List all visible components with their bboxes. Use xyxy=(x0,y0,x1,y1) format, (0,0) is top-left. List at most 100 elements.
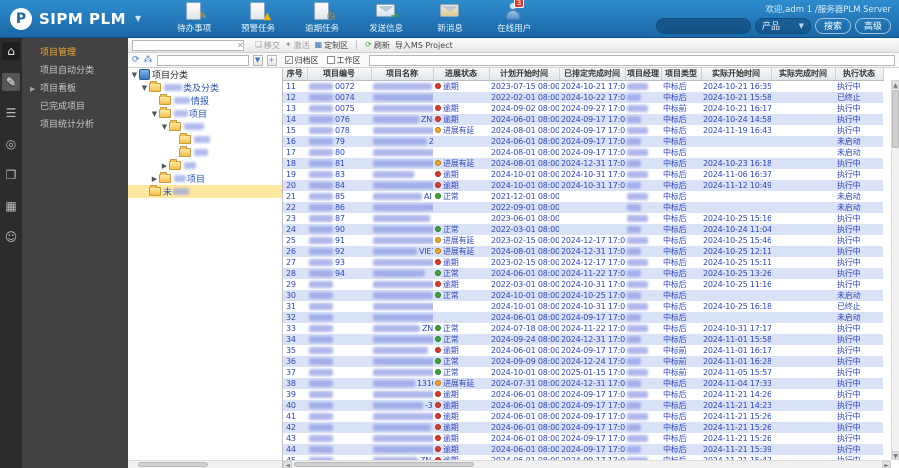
scrollbar-thumb[interactable] xyxy=(294,462,474,467)
tree-refresh-icon[interactable]: ⟳ xyxy=(132,55,140,65)
table-row[interactable]: 30 正常 2024-10-01 08:00 2024-10-25 17:00 中标后 未… xyxy=(283,289,883,301)
table-row[interactable]: 33 ZN50AXG正常2024-07-18 08:002024-11-22 17… xyxy=(283,323,883,334)
table-row[interactable]: 35 逾期 2024-06-01 08:00 2024-09-17 17:00 中标前 2… xyxy=(283,345,883,356)
tree-view-icon[interactable]: ⁂ xyxy=(144,55,153,65)
table-row[interactable]: 29 逾期 2022-03-01 08:00 2024-10-31 17:00 中标后 2… xyxy=(283,279,883,290)
table-row[interactable]: 31 2024-10-01 08:00 2024-10-31 17:00 中标后 202… xyxy=(283,301,883,312)
workspace-checkbox[interactable]: 工作区 xyxy=(326,55,361,66)
home-icon[interactable]: ⌂ xyxy=(2,42,20,60)
table-row[interactable]: 28 94 正常 2024-06-01 08:00 2024-11-22 17:00 中标… xyxy=(283,267,883,279)
expander-icon[interactable]: ▶ xyxy=(150,175,159,183)
table-row[interactable]: 27 93 逾期 2023-02-15 08:00 2024-12-17 17:00 中标… xyxy=(283,257,883,268)
tree-node-6[interactable]: ▶ xyxy=(128,159,282,172)
table-row[interactable]: 38 1310G进展有延2024-07-31 08:002024-12-31 17… xyxy=(283,377,883,389)
tree-node-2[interactable]: ▼ 项目 xyxy=(128,107,282,120)
table-row[interactable]: 41 逾期 2024-06-01 08:00 2024-09-17 17:00 中标后 2… xyxy=(283,411,883,422)
table-row[interactable]: 15 078 进展有延 2024-08-01 08:00 2024-09-17 17:0… xyxy=(283,125,883,136)
refresh-button[interactable]: ⟳ 刷新 xyxy=(365,40,390,51)
table-row[interactable]: 20 84 逾期 2024-10-01 08:00 2024-10-31 17:00 中标… xyxy=(283,179,883,191)
tree-add-icon[interactable]: + xyxy=(266,54,277,66)
table-row[interactable]: 17 80 2024-08-01 08:00 2024-09-17 17:00 中标后 未… xyxy=(283,147,883,158)
column-header[interactable]: 计划开始时间 xyxy=(489,68,560,81)
column-header[interactable]: 项目名称 xyxy=(371,68,434,81)
vertical-scrollbar[interactable]: ▲ ▼ xyxy=(891,80,899,460)
edit-icon[interactable]: ✎ xyxy=(2,73,20,91)
card-icon[interactable]: ▦ xyxy=(2,197,20,215)
column-header[interactable]: 实际开始时间 xyxy=(701,68,772,81)
sidebar-item-1[interactable]: 项目自动分类 xyxy=(22,62,128,80)
overdue-tasks-button[interactable]: ◷ 逾期任务 xyxy=(297,2,347,35)
tree-filter-dropdown-icon[interactable]: ▼ xyxy=(252,54,263,66)
quick-filter-input[interactable] xyxy=(132,39,244,51)
table-row[interactable]: 39 逾期 2024-06-01 08:00 2024-09-17 17:00 中标后 2… xyxy=(283,389,883,400)
archive-area-checkbox[interactable]: ✓ 归档区 xyxy=(284,55,319,66)
expander-icon[interactable]: ▼ xyxy=(140,84,149,92)
todo-button[interactable]: ✎ 待办事项 xyxy=(169,2,219,35)
scroll-down-icon[interactable]: ▼ xyxy=(892,451,899,460)
scrollbar-thumb[interactable] xyxy=(892,90,899,148)
global-search-input[interactable] xyxy=(655,17,751,34)
column-header[interactable]: 已排定完成时间 xyxy=(559,68,626,81)
table-row[interactable]: 18 81-H80进展有延2024-08-01 08:002024-12-31 1… xyxy=(283,157,883,169)
column-header[interactable]: 实际完成时间 xyxy=(771,68,836,81)
tree-node-0[interactable]: ▼ 类及分类 xyxy=(128,81,282,94)
online-users-button[interactable]: 3 在线用户 xyxy=(489,0,539,35)
tree-node-5[interactable] xyxy=(128,146,282,159)
scroll-left-icon[interactable]: ◄ xyxy=(283,461,292,468)
table-row[interactable]: 19 83 逾期 2024-10-01 08:00 2024-10-31 17:00 中标… xyxy=(283,169,883,180)
search-button[interactable]: 搜索 xyxy=(814,17,851,34)
column-header[interactable]: 项目类型 xyxy=(661,68,702,81)
column-header[interactable]: 项目经理 xyxy=(625,68,662,81)
table-row[interactable]: 44 -H9逾期2024-06-01 08:002024-09-17 17:00 中… xyxy=(283,443,883,455)
tree-horizontal-scrollbar[interactable] xyxy=(128,460,282,468)
scrollbar-thumb[interactable] xyxy=(138,462,208,467)
advanced-search-button[interactable]: 高级 xyxy=(854,17,891,34)
new-message-button[interactable]: 新消息 xyxy=(425,2,475,35)
tree-node-8[interactable]: 未 xyxy=(128,185,282,198)
community-icon[interactable]: ◎ xyxy=(2,135,20,153)
table-row[interactable]: 11 0072 逾期 2023-07-15 08:00 2024-10-21 17:00… xyxy=(283,80,883,92)
warning-tasks-button[interactable]: ▲ 预警任务 xyxy=(233,2,283,35)
tree-node-4[interactable] xyxy=(128,133,282,146)
sidebar-item-0[interactable]: 项目管理 xyxy=(22,44,128,62)
tree-root-node[interactable]: ▼ 项目分类 xyxy=(128,68,282,81)
table-row[interactable]: 2692VIE30 ZN311进展有延2024-08-01 08:002024-… xyxy=(283,245,883,257)
horizontal-scrollbar[interactable]: ◄ ► xyxy=(283,460,891,468)
expander-icon[interactable]: ▶ xyxy=(160,162,169,170)
sidebar-item-3[interactable]: 已完成项目 xyxy=(22,98,128,116)
import-ms-project-button[interactable]: 导入MS Project xyxy=(395,40,453,51)
scroll-up-icon[interactable]: ▲ xyxy=(892,80,899,89)
column-header[interactable]: 进展状态 xyxy=(433,68,490,81)
tree-node-1[interactable]: 情报 xyxy=(128,94,282,107)
search-category-select[interactable]: 产品 ▼ xyxy=(754,17,811,34)
column-header[interactable]: 项目编号 xyxy=(307,68,372,81)
table-row[interactable]: 13 0075 逾期 2024-09-02 08:00 2024-09-27 17:00… xyxy=(283,103,883,114)
table-row[interactable]: 43 逾期 2024-06-01 08:00 2024-09-17 17:00 中标后 2… xyxy=(283,433,883,444)
table-row[interactable]: 12 0074 2022-02-01 08:00 2024-10-22 17:00 中标… xyxy=(283,91,883,103)
table-row[interactable]: 37 正常 2024-10-01 08:00 2025-01-15 17:00 中标前 2… xyxy=(283,367,883,378)
expander-icon[interactable]: ▼ xyxy=(160,123,169,131)
custom-area-button[interactable]: ▦ 定制区 xyxy=(315,40,349,51)
transfer-button[interactable]: ❏ 移交 xyxy=(255,40,280,51)
expander-icon[interactable]: ▼ xyxy=(150,110,159,118)
table-row[interactable]: 14 076ZN-N11逾期2024-06-01 08:002024-09-17 … xyxy=(283,113,883,125)
table-filter-input[interactable] xyxy=(368,54,895,66)
tree-filter-input[interactable] xyxy=(156,54,249,66)
table-row[interactable]: 24 90ZN-HG90正常2022-03-01 08:00 中标后 2024-10-… xyxy=(283,223,883,235)
table-row[interactable]: 36 310G正常2024-09-09 08:002024-12-24 17:00… xyxy=(283,355,883,367)
send-message-button[interactable]: ➔ 发送信息 xyxy=(361,2,411,35)
table-row[interactable]: 22 86 2022-09-01 08:00 中标后 未启动 xyxy=(283,201,883,213)
column-header[interactable]: 执行状态 xyxy=(835,68,884,81)
tree-node-7[interactable]: ▶ 项目 xyxy=(128,172,282,185)
sidebar-item-2[interactable]: ▶ 项目看板 xyxy=(22,80,128,98)
database-icon[interactable]: ☰ xyxy=(2,104,20,122)
app-logo[interactable]: P SIPM PLM ▼ xyxy=(0,7,155,30)
column-header[interactable]: 序号 xyxy=(283,68,308,81)
table-row[interactable]: 16 79ZN504NO 2024-06-01 08:002024-09-17 17… xyxy=(283,135,883,147)
table-row[interactable]: 23 87 2023-06-01 08:00 中标后 2024-10-25 15:16 执… xyxy=(283,213,883,224)
tree-node-3[interactable]: ▼ xyxy=(128,120,282,133)
clear-icon[interactable]: ✕ xyxy=(237,41,244,50)
table-row[interactable]: 25 91 进展有延 2023-02-15 08:00 2024-12-17 17:00… xyxy=(283,235,883,246)
table-row[interactable]: 40 -312G逾期2024-06-01 08:002024-09-17 17:0… xyxy=(283,399,883,411)
activate-button[interactable]: ✦ 激活 xyxy=(285,40,310,51)
